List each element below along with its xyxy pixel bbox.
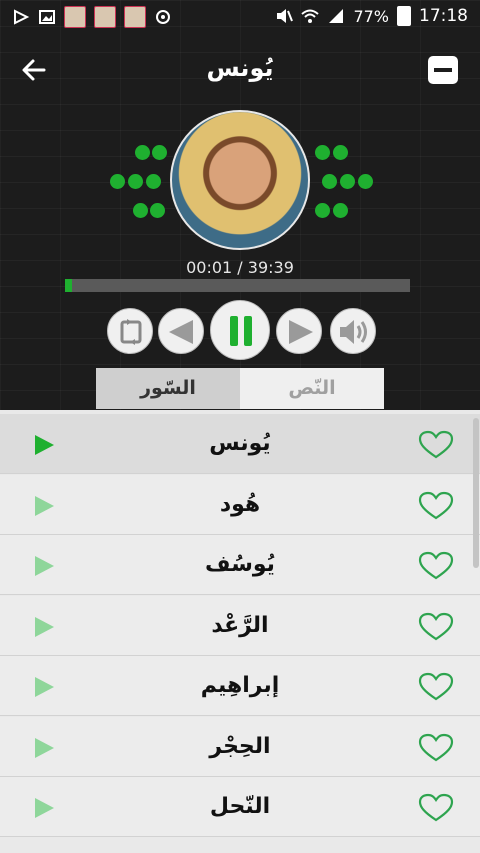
sync-icon — [156, 10, 170, 24]
wifi-icon — [301, 9, 320, 23]
progress-bar[interactable] — [65, 279, 410, 292]
next-icon — [289, 320, 313, 344]
app-notification-icon — [64, 6, 86, 28]
surah-name: يُوسُف — [205, 552, 275, 577]
tab-bar: السّور النّص — [96, 368, 384, 409]
equalizer-dot — [110, 174, 125, 189]
battery-percent: 77% — [353, 6, 389, 26]
equalizer-dot — [340, 174, 355, 189]
pause-icon — [230, 316, 252, 346]
repeat-button[interactable] — [107, 308, 153, 354]
clock: 17:18 — [419, 6, 468, 26]
notification-icons — [12, 6, 172, 28]
equalizer-dot — [128, 174, 143, 189]
app-notification-icon — [124, 6, 146, 28]
surah-name: النّحل — [209, 794, 271, 819]
heart-icon[interactable] — [418, 612, 454, 642]
volume-icon — [340, 320, 367, 344]
progress-fill — [65, 279, 72, 292]
battery-icon — [397, 6, 411, 26]
repeat-icon — [120, 319, 142, 345]
equalizer-dot — [315, 203, 330, 218]
list-item[interactable]: النّحل — [0, 777, 480, 837]
signal-icon — [329, 9, 344, 23]
time-readout: 00:01 / 39:39 — [186, 258, 294, 277]
app-bar: يُونس — [0, 40, 480, 100]
app-notification-icon — [94, 6, 116, 28]
tab-surahs[interactable]: السّور — [96, 368, 240, 409]
previous-icon — [169, 320, 193, 344]
heart-icon[interactable] — [418, 793, 454, 823]
equalizer-dot — [333, 203, 348, 218]
status-bar: 77% 17:18 — [0, 0, 480, 34]
heart-icon[interactable] — [418, 672, 454, 702]
surah-name: يُونس — [209, 431, 271, 456]
list-item[interactable]: يُوسُف — [0, 535, 480, 595]
system-status: 77% 17:18 — [275, 6, 468, 26]
list-item[interactable]: الحِجْر — [0, 716, 480, 777]
equalizer-dot — [322, 174, 337, 189]
play-store-icon — [14, 9, 30, 25]
equalizer-dot — [135, 145, 150, 160]
surah-name: الرَّعْد — [211, 612, 269, 638]
list-item[interactable]: هُود — [0, 474, 480, 535]
gallery-icon — [39, 10, 55, 24]
equalizer-dot — [358, 174, 373, 189]
page-title: يُونس — [206, 54, 274, 82]
menu-button[interactable] — [428, 56, 458, 84]
equalizer-dot — [146, 174, 161, 189]
surah-name: هُود — [219, 491, 261, 517]
heart-icon[interactable] — [418, 430, 454, 460]
heart-icon[interactable] — [418, 491, 454, 521]
previous-button[interactable] — [158, 308, 204, 354]
equalizer-dot — [333, 145, 348, 160]
surah-name: الحِجْر — [209, 733, 271, 759]
surah-list: يُونس هُود يُوسُف الرَّعْد إبراهِيم الحِجْر ال… — [0, 414, 480, 838]
heart-icon[interactable] — [418, 551, 454, 581]
list-item[interactable]: الرَّعْد — [0, 595, 480, 656]
tab-text[interactable]: النّص — [240, 368, 384, 409]
equalizer-dot — [133, 203, 148, 218]
surah-name: إبراهِيم — [200, 673, 280, 698]
list-item[interactable]: يُونس — [0, 414, 480, 474]
mute-icon — [277, 9, 294, 23]
reciter-avatar — [170, 110, 310, 250]
pause-button[interactable] — [210, 300, 270, 360]
volume-button[interactable] — [330, 308, 376, 354]
list-item[interactable]: إبراهِيم — [0, 656, 480, 716]
equalizer-dot — [150, 203, 165, 218]
equalizer-dot — [315, 145, 330, 160]
scrollbar[interactable] — [473, 418, 479, 568]
heart-icon[interactable] — [418, 733, 454, 763]
equalizer-dot — [152, 145, 167, 160]
next-button[interactable] — [276, 308, 322, 354]
